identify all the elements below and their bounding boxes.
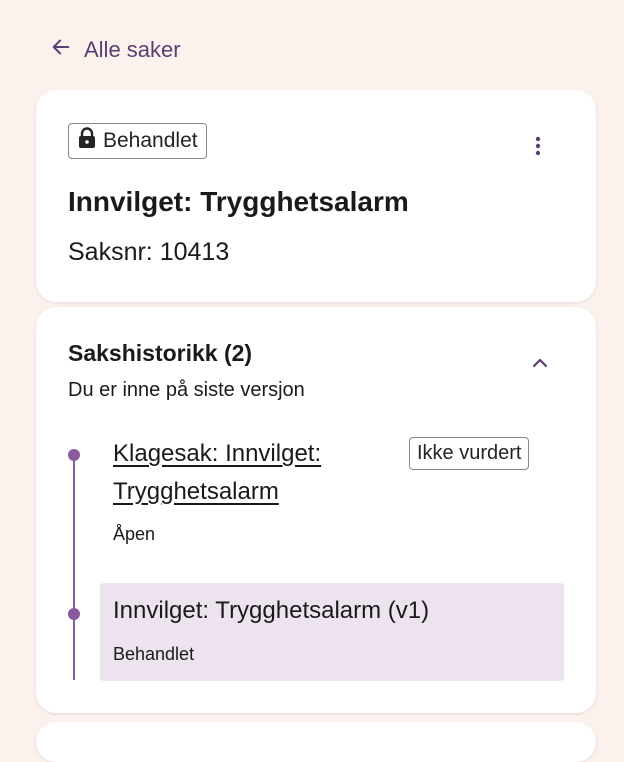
history-title: Sakshistorikk (2): [68, 340, 253, 366]
history-item-title: Innvilget: Trygghetsalarm (v1): [113, 597, 430, 624]
case-card: Behandlet Innvilget: Trygghetsalarm Saks…: [36, 90, 596, 302]
status-badge-label: Behandlet: [103, 129, 198, 152]
case-number: Saksnr: 10413: [68, 238, 230, 266]
back-link-label: Alle saker: [84, 37, 181, 62]
history-subtitle: Du er inne på siste versjon: [68, 379, 305, 401]
history-item-status: Behandlet: [113, 644, 195, 664]
history-item-status: Åpen: [113, 524, 156, 544]
lock-icon: [77, 127, 97, 155]
next-card: [36, 722, 596, 762]
timeline-line: [73, 455, 75, 680]
history-item-current: Innvilget: Trygghetsalarm (v1) Behandlet: [100, 583, 564, 681]
chevron-up-icon: [528, 358, 552, 379]
assessment-status-chip: Ikke vurdert: [409, 437, 530, 470]
timeline-dot: [68, 608, 80, 620]
timeline-dot: [68, 449, 80, 461]
back-link[interactable]: Alle saker: [50, 36, 181, 64]
status-badge: Behandlet: [68, 123, 207, 159]
history-card: Sakshistorikk (2) Du er inne på siste ve…: [36, 307, 596, 713]
kebab-menu-icon: [535, 136, 541, 161]
more-options-button[interactable]: [524, 134, 552, 162]
collapse-history-button[interactable]: [528, 351, 552, 375]
case-title: Innvilget: Trygghetsalarm: [68, 186, 409, 217]
arrow-left-icon: [50, 36, 72, 64]
history-item-link[interactable]: Klagesak: Innvilget: Trygghetsalarm: [113, 435, 403, 511]
